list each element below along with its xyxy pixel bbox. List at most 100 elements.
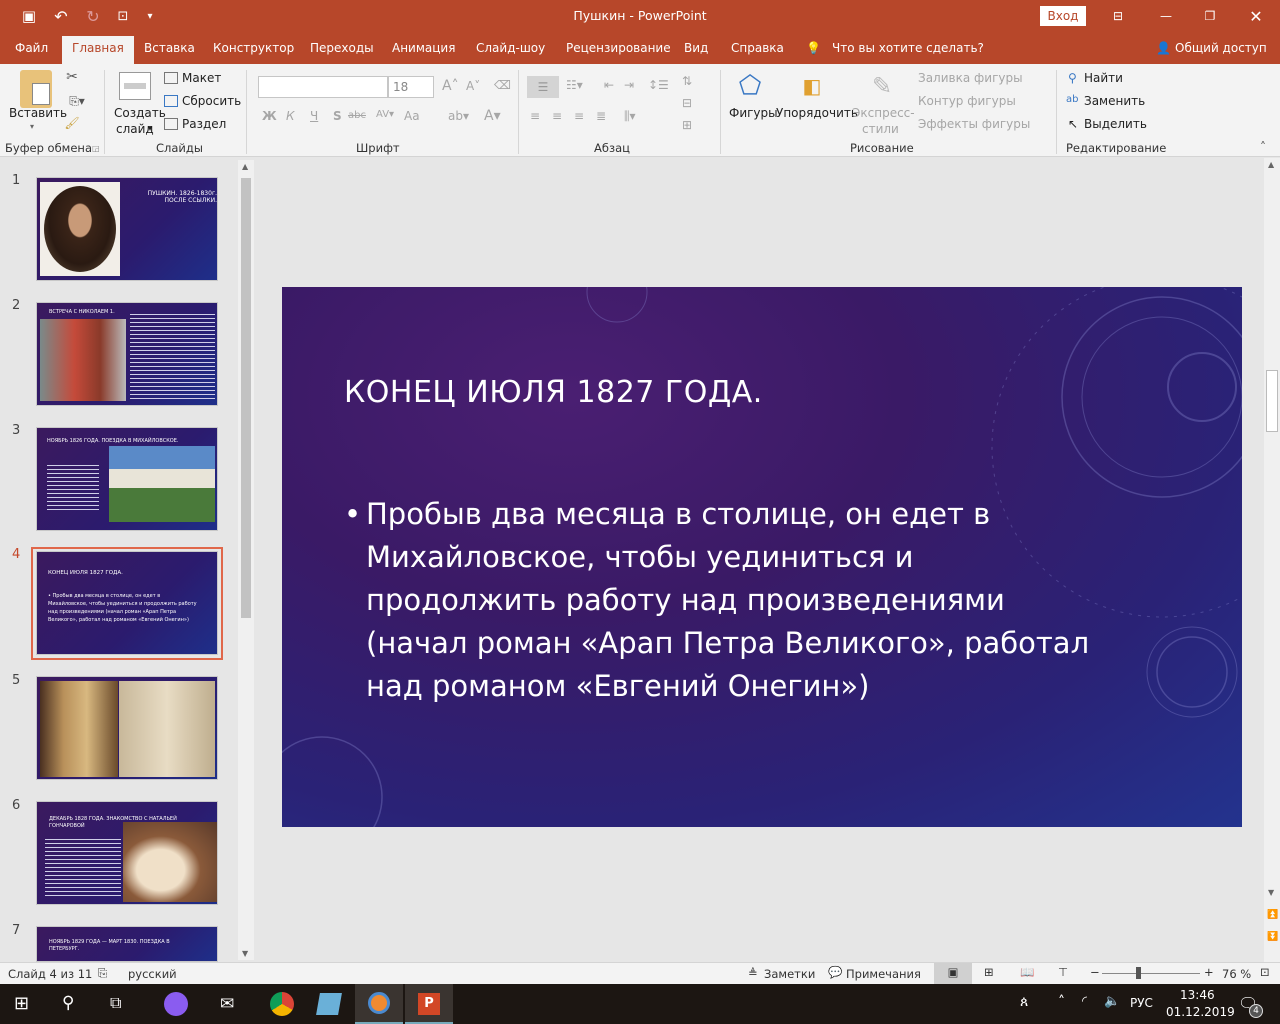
arrange-icon[interactable]: ◧ <box>798 72 826 100</box>
columns-icon[interactable]: ⫼▾ <box>624 109 636 124</box>
clock-date[interactable]: 01.12.2019 <box>1166 1005 1235 1019</box>
paste-button[interactable]: Вставить <box>9 106 67 120</box>
task-view-icon[interactable]: ⧉ <box>110 993 121 1013</box>
change-case-button[interactable]: Aa <box>404 109 420 123</box>
format-painter-icon[interactable]: 🖌 <box>64 114 80 132</box>
align-text-icon[interactable]: ⊟ <box>682 96 692 110</box>
slide-body[interactable]: • Пробыв два месяца в столице, он едет в… <box>344 493 1104 708</box>
tab-slideshow[interactable]: Слайд-шоу <box>476 41 545 55</box>
tab-insert[interactable]: Вставка <box>144 41 195 55</box>
italic-button[interactable]: К <box>286 109 295 123</box>
previous-slide-icon[interactable]: ⏫ <box>1267 910 1278 920</box>
notes-button[interactable]: Заметки <box>764 967 815 981</box>
slide-canvas[interactable]: КОНЕЦ ИЮЛЯ 1827 ГОДА. • Пробыв два месяц… <box>282 287 1242 827</box>
thumbnails-scrollbar[interactable]: ▲ ▼ <box>238 160 254 960</box>
shape-effects-button[interactable]: Эффекты фигуры <box>918 117 1030 131</box>
text-direction-icon[interactable]: ⇅ <box>682 74 692 88</box>
quick-styles-button[interactable]: Экспресс- <box>852 106 915 120</box>
people-icon[interactable]: ጰ <box>1020 994 1028 1010</box>
signin-button[interactable]: Вход <box>1040 6 1086 26</box>
tab-help[interactable]: Справка <box>731 41 784 55</box>
reading-view-icon[interactable]: 📖 <box>1020 965 1034 979</box>
slide-sorter-icon[interactable]: ⊞ <box>984 965 994 979</box>
new-slide-icon[interactable] <box>119 72 151 100</box>
zoom-in-button[interactable]: + <box>1204 965 1214 979</box>
ribbon-display-icon[interactable]: ⊟ <box>1108 6 1128 26</box>
line-spacing-icon[interactable]: ↕☰ <box>648 78 669 92</box>
restore-icon[interactable]: ❐ <box>1200 6 1220 26</box>
slide-thumbnail-3[interactable]: НОЯБРЬ 1826 ГОДА. ПОЕЗДКА В МИХАЙЛОВСКОЕ… <box>36 427 218 531</box>
tab-home[interactable]: Главная <box>62 36 134 64</box>
clock-time[interactable]: 13:46 <box>1180 988 1215 1002</box>
numbering-icon[interactable]: ☷▾ <box>566 78 583 92</box>
arrange-button[interactable]: Упорядочить <box>776 106 858 120</box>
search-icon[interactable]: ⚲ <box>62 993 74 1013</box>
align-right-icon[interactable]: ≡ <box>574 109 584 123</box>
normal-view-icon[interactable]: ▣ <box>934 963 972 984</box>
bold-button[interactable]: Ж <box>262 109 277 123</box>
slide-thumbnail-5[interactable] <box>36 676 218 780</box>
shape-outline-button[interactable]: Контур фигуры <box>918 94 1016 108</box>
mail-icon[interactable]: ✉ <box>220 994 234 1014</box>
slide-thumbnail-1[interactable]: ПУШКИН. 1826-1830г. ПОСЛЕ ССЫЛКИ. <box>36 177 218 281</box>
smartart-icon[interactable]: ⊞ <box>682 118 692 132</box>
powerpoint-taskbar-icon[interactable]: P <box>405 984 453 1024</box>
slide-thumbnail-2[interactable]: ВСТРЕЧА С НИКОЛАЕМ 1. <box>36 302 218 406</box>
clipboard-launcher-icon[interactable]: ◲ <box>92 144 100 153</box>
collapse-ribbon-icon[interactable]: ˄ <box>1260 140 1266 154</box>
char-spacing-icon[interactable]: AV▾ <box>376 109 394 120</box>
quick-styles-icon[interactable]: ✎ <box>866 70 898 102</box>
select-button[interactable]: Выделить <box>1084 117 1147 131</box>
tab-file[interactable]: Файл <box>15 41 48 55</box>
new-slide-button[interactable]: Создать <box>114 106 166 120</box>
share-icon[interactable]: 👤 <box>1156 41 1171 55</box>
shapes-icon[interactable]: ⬠ <box>734 70 766 102</box>
tab-review[interactable]: Рецензирование <box>566 41 671 55</box>
zoom-slider-thumb[interactable] <box>1135 967 1141 979</box>
find-button[interactable]: Найти <box>1084 71 1123 85</box>
paste-icon[interactable] <box>20 70 52 108</box>
fit-to-window-icon[interactable]: ⊡ <box>1260 965 1270 979</box>
slide-thumbnail-4[interactable]: КОНЕЦ ИЮЛЯ 1827 ГОДА. • Пробыв два месяц… <box>36 551 218 655</box>
tray-chevron-icon[interactable]: ˄ <box>1058 994 1065 1010</box>
tab-design[interactable]: Конструктор <box>213 41 294 55</box>
slide-thumbnail-6[interactable]: ДЕКАБРЬ 1828 ГОДА. ЗНАКОМСТВО С НАТАЛЬЕЙ… <box>36 801 218 905</box>
slideshow-view-icon[interactable]: ⊤ <box>1058 965 1068 979</box>
font-name-input[interactable] <box>258 76 388 98</box>
shrink-font-icon[interactable]: A˅ <box>466 79 480 93</box>
tab-view[interactable]: Вид <box>684 41 708 55</box>
minimize-icon[interactable]: — <box>1156 6 1176 26</box>
zoom-slider[interactable] <box>1102 973 1200 974</box>
bullets-icon[interactable]: ☰ <box>527 76 559 98</box>
language-status[interactable]: русский <box>128 967 177 981</box>
close-icon[interactable]: ✕ <box>1246 6 1266 26</box>
cut-icon[interactable]: ✂ <box>64 68 80 86</box>
shape-fill-button[interactable]: Заливка фигуры <box>918 71 1023 85</box>
wifi-icon[interactable]: ◜ <box>1082 994 1087 1009</box>
underline-button[interactable]: Ч <box>310 109 318 123</box>
editor-scrollbar[interactable]: ▲ ▼ ⏫ ⏬ <box>1264 158 1280 962</box>
next-slide-icon[interactable]: ⏬ <box>1267 932 1278 942</box>
font-color-icon[interactable]: A▾ <box>484 108 501 124</box>
zoom-out-button[interactable]: − <box>1090 965 1100 979</box>
windows-start-icon[interactable]: ⊞ <box>14 993 29 1014</box>
font-size-input[interactable]: 18 <box>388 76 434 98</box>
tell-me-input[interactable]: Что вы хотите сделать? <box>832 41 984 55</box>
tab-animations[interactable]: Анимация <box>392 41 455 55</box>
volume-icon[interactable]: 🔈 <box>1104 994 1120 1009</box>
notes-app-icon[interactable] <box>316 993 342 1015</box>
justify-icon[interactable]: ≣ <box>596 109 606 123</box>
comments-button[interactable]: Примечания <box>846 967 921 981</box>
increase-indent-icon[interactable]: ⇥ <box>624 78 634 92</box>
tab-transitions[interactable]: Переходы <box>310 41 374 55</box>
shadow-button[interactable]: S <box>333 109 342 123</box>
align-center-icon[interactable]: ≡ <box>552 109 562 123</box>
highlight-icon[interactable]: ab▾ <box>448 109 469 123</box>
copy-icon[interactable]: ⎘▾ <box>64 92 90 110</box>
taskbar-app-active[interactable] <box>355 984 403 1024</box>
input-language[interactable]: РУС <box>1130 996 1153 1010</box>
alice-assistant-icon[interactable] <box>164 992 188 1016</box>
reset-button[interactable]: Сбросить <box>182 94 241 108</box>
chrome-icon[interactable] <box>270 992 294 1016</box>
layout-button[interactable]: Макет <box>182 71 221 85</box>
